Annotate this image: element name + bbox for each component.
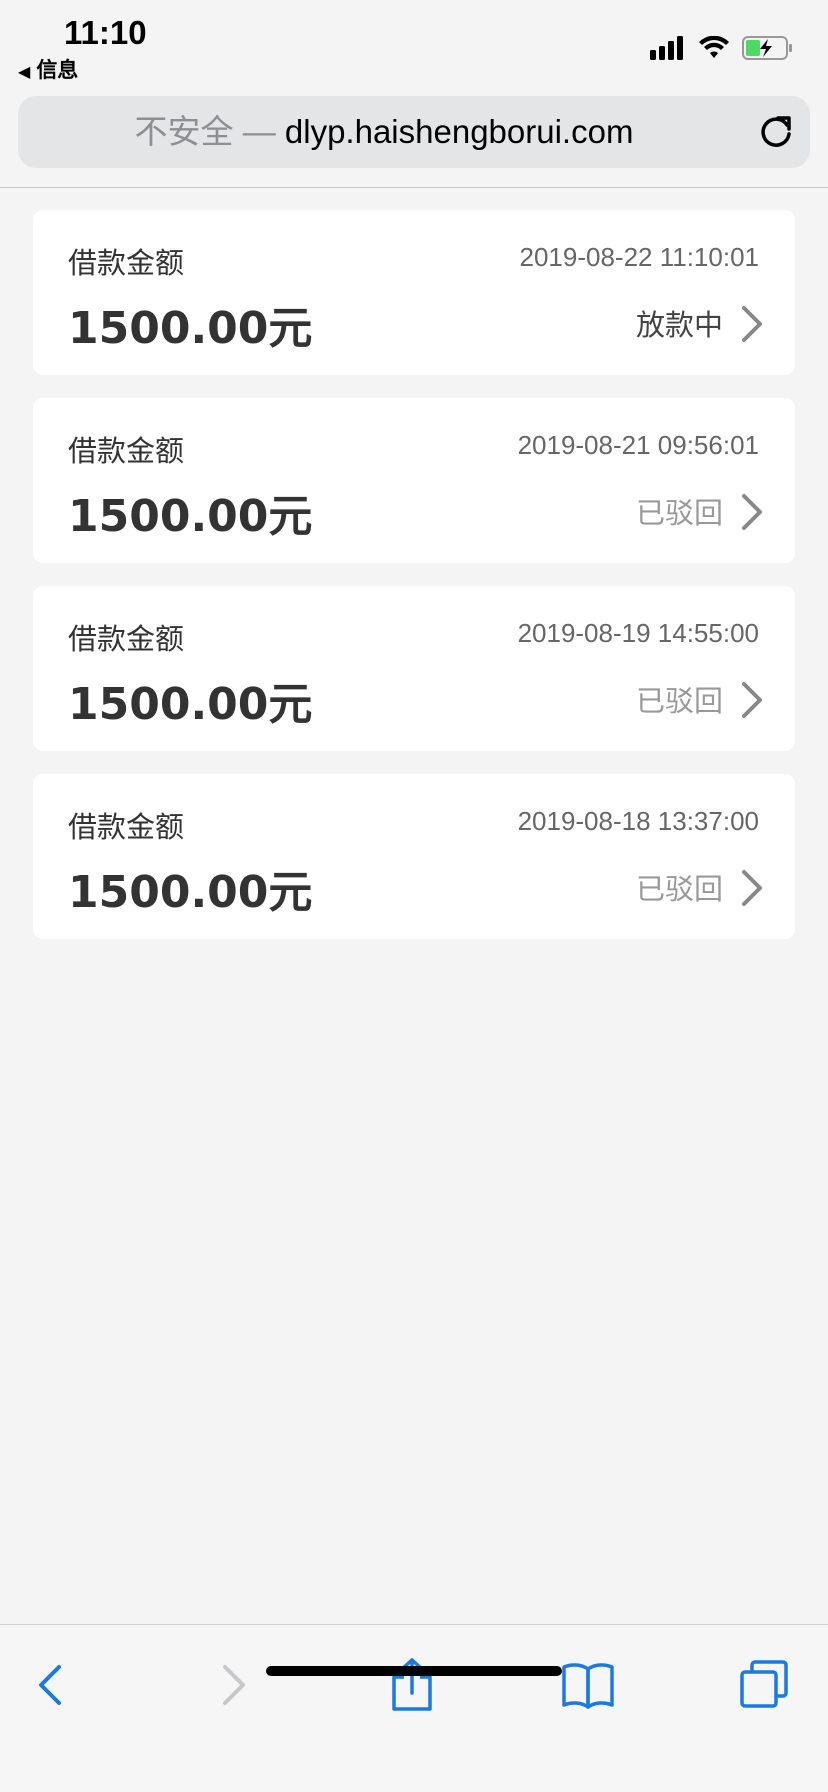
- loan-amount: 1500.00元: [68, 679, 313, 730]
- loan-status: 已驳回: [635, 684, 723, 718]
- loan-label: 借款金额: [68, 810, 185, 844]
- address-bar[interactable]: 不安全 — dlyp.haishengborui.com: [18, 96, 810, 168]
- loan-card[interactable]: 借款金额 2019-08-19 14:55:00 1500.00元 已驳回: [33, 586, 795, 751]
- tabs-button[interactable]: [734, 1655, 794, 1715]
- loan-date: 2019-08-19 14:55:00: [517, 618, 759, 648]
- loan-status: 放款中: [635, 308, 723, 342]
- back-icon: [39, 1665, 61, 1705]
- reload-icon[interactable]: [756, 112, 796, 152]
- loan-card[interactable]: 借款金额 2019-08-22 11:10:01 1500.00元 放款中: [33, 210, 795, 375]
- loan-label: 借款金额: [68, 434, 185, 468]
- home-indicator[interactable]: [266, 1666, 562, 1676]
- tabs-icon: [740, 1660, 788, 1708]
- loan-date: 2019-08-22 11:10:01: [519, 242, 760, 272]
- loan-amount: 1500.00元: [68, 491, 313, 542]
- back-triangle-icon: ◀: [18, 62, 31, 81]
- chevron-right-icon: [742, 870, 762, 906]
- forward-button[interactable]: [204, 1655, 264, 1715]
- loan-label: 借款金额: [68, 246, 185, 280]
- status-time: 11:10: [64, 14, 147, 51]
- chevron-right-icon: [742, 494, 762, 530]
- back-to-app-link[interactable]: ◀ 信息: [18, 54, 78, 84]
- loan-card[interactable]: 借款金额 2019-08-21 09:56:01 1500.00元 已驳回: [33, 398, 795, 563]
- loan-date: 2019-08-21 09:56:01: [517, 430, 759, 460]
- loan-status: 已驳回: [635, 872, 723, 906]
- bookmarks-icon: [562, 1663, 614, 1709]
- chevron-right-icon: [742, 682, 762, 718]
- status-icons: [650, 34, 794, 62]
- loan-amount: 1500.00元: [68, 867, 313, 918]
- loan-list: 借款金额 2019-08-22 11:10:01 1500.00元 放款中 借款…: [33, 210, 795, 962]
- back-button[interactable]: [20, 1655, 80, 1715]
- signal-icon: [650, 36, 683, 60]
- browser-toolbar: [0, 1624, 828, 1792]
- loan-label: 借款金额: [68, 622, 185, 656]
- share-button[interactable]: [382, 1655, 442, 1715]
- loan-card[interactable]: 借款金额 2019-08-18 13:37:00 1500.00元 已驳回: [33, 774, 795, 939]
- header-divider: [0, 187, 828, 188]
- bookmarks-button[interactable]: [558, 1655, 618, 1715]
- back-app-label: 信息: [36, 58, 79, 82]
- address-url[interactable]: 不安全 — dlyp.haishengborui.com: [18, 96, 750, 168]
- loan-status: 已驳回: [635, 496, 723, 530]
- wifi-icon: [699, 36, 729, 58]
- chevron-right-icon: [742, 306, 762, 342]
- domain-label: dlyp.haishengborui.com: [284, 113, 634, 150]
- status-bar: 11:10 ◀ 信息: [0, 0, 828, 88]
- battery-charging-icon: [742, 36, 792, 60]
- forward-icon: [223, 1665, 245, 1705]
- loan-amount: 1500.00元: [68, 303, 313, 354]
- insecure-label: 不安全 —: [134, 113, 276, 150]
- loan-date: 2019-08-18 13:37:00: [517, 806, 759, 836]
